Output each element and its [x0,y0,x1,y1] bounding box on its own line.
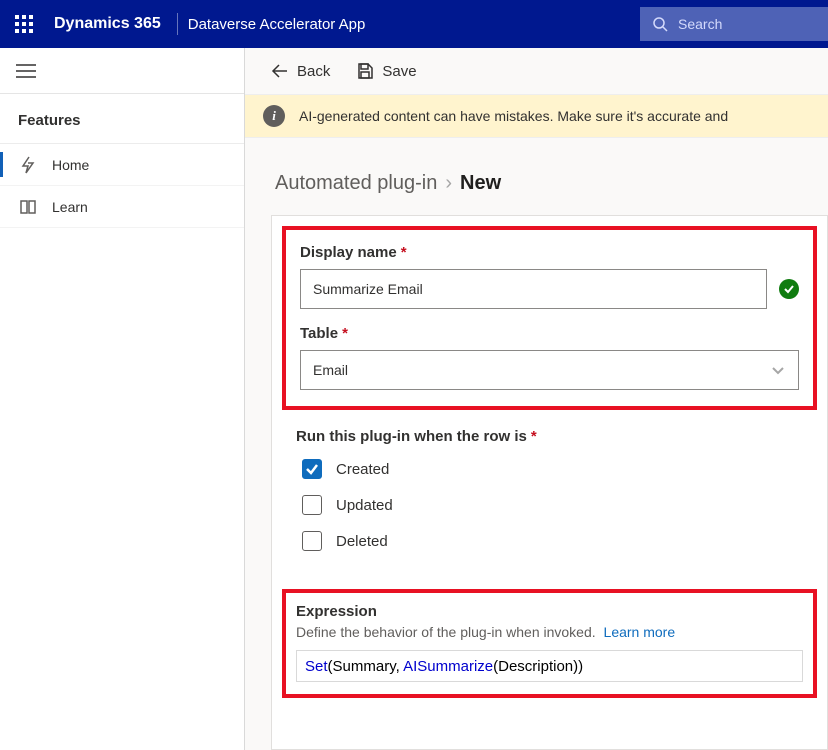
sidebar-item-label: Learn [52,199,88,215]
checkbox-label: Created [336,461,389,478]
app-name-label: Dataverse Accelerator App [188,16,366,33]
checkbox-deleted[interactable]: Deleted [302,531,803,551]
book-icon [18,197,38,217]
save-button[interactable]: Save [356,62,416,80]
checkbox-created[interactable]: Created [302,459,803,479]
run-when-section: Run this plug-in when the row is* Create… [272,424,827,583]
highlight-box-1: Display name* Table* Email [282,226,817,410]
table-value: Email [313,362,348,378]
form-card: Display name* Table* Email [271,215,828,750]
table-label: Table* [300,325,799,342]
expression-desc: Define the behavior of the plug-in when … [296,624,803,640]
save-label: Save [382,63,416,80]
breadcrumb-parent[interactable]: Automated plug-in [275,172,437,195]
sidebar-section-label: Features [0,94,244,144]
expression-section: Expression Define the behavior of the pl… [282,589,817,698]
checkbox-updated[interactable]: Updated [302,495,803,515]
checkbox-box [302,531,322,551]
chevron-down-icon [770,362,786,378]
info-icon: i [263,105,285,127]
sidebar-item-home[interactable]: Home [0,144,244,186]
table-dropdown[interactable]: Email [300,350,799,390]
learn-more-link[interactable]: Learn more [604,624,676,640]
lightning-icon [18,155,38,175]
checkbox-label: Deleted [336,533,388,550]
search-placeholder: Search [678,16,722,32]
checkbox-box [302,495,322,515]
back-label: Back [297,63,330,80]
banner-text: AI-generated content can have mistakes. … [299,108,728,124]
info-banner: i AI-generated content can have mistakes… [245,94,828,138]
breadcrumb-current: New [460,172,501,195]
display-name-input[interactable] [300,269,767,309]
sidebar-item-learn[interactable]: Learn [0,186,244,228]
arrow-left-icon [271,62,289,80]
brand-label: Dynamics 365 [48,15,173,33]
search-input[interactable]: Search [640,7,828,41]
save-icon [356,62,374,80]
divider [177,13,178,35]
sidebar-item-label: Home [52,157,89,173]
run-when-label: Run this plug-in when the row is* [296,428,803,445]
main-area: Back Save i AI-generated content can hav… [245,48,828,750]
app-header: Dynamics 365 Dataverse Accelerator App S… [0,0,828,48]
breadcrumb: Automated plug-in › New [245,138,828,209]
chevron-right-icon: › [445,172,452,195]
valid-check-icon [779,279,799,299]
expression-editor[interactable]: Set(Summary, AISummarize(Description)) [296,650,803,682]
sidebar: Features Home Learn [0,48,245,750]
checkbox-label: Updated [336,497,393,514]
checkbox-box [302,459,322,479]
command-bar: Back Save [245,48,828,94]
search-icon [652,16,668,32]
nav-list: Home Learn [0,144,244,228]
hamburger-button[interactable] [0,48,244,94]
display-name-label: Display name* [300,244,799,261]
expression-title: Expression [296,603,803,620]
app-launcher-icon[interactable] [0,0,48,48]
back-button[interactable]: Back [271,62,330,80]
